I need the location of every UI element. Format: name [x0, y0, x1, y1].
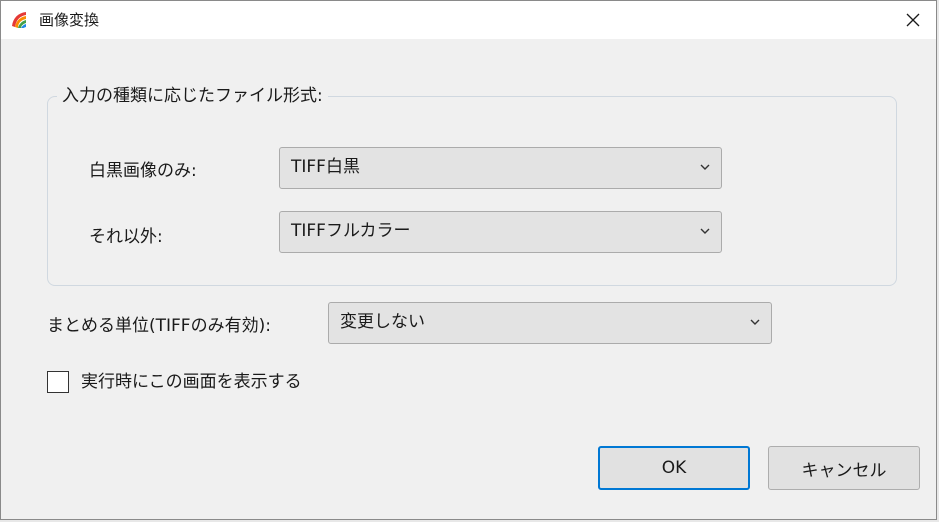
title-bar[interactable]: 画像変換 [1, 1, 936, 39]
other-label: それ以外: [89, 227, 163, 247]
convert-dialog: 画像変換 入力の種類に応じたファイル形式: 白黒画像のみ: TIFF白黒 それ以… [0, 0, 937, 520]
unit-value: 変更しない [340, 312, 425, 332]
show-on-run-checkbox[interactable] [47, 371, 69, 393]
format-group-legend: 入力の種類に応じたファイル形式: [57, 85, 328, 107]
bw-only-label: 白黒画像のみ: [89, 161, 197, 181]
ok-button[interactable]: OK [598, 446, 750, 490]
unit-select[interactable]: 変更しない [328, 302, 772, 344]
chevron-down-icon [750, 319, 760, 325]
other-format-value: TIFFフルカラー [291, 221, 411, 241]
chevron-down-icon [700, 228, 710, 234]
cancel-button[interactable]: キャンセル [768, 446, 920, 490]
bw-format-value: TIFF白黒 [291, 157, 360, 177]
format-group-box [47, 96, 897, 286]
unit-label: まとめる単位(TIFFのみ有効): [47, 316, 271, 336]
close-icon [906, 13, 920, 27]
app-logo-icon [12, 12, 26, 28]
show-on-run-label[interactable]: 実行時にこの画面を表示する [81, 371, 302, 393]
other-format-select[interactable]: TIFFフルカラー [279, 211, 722, 253]
close-button[interactable] [890, 1, 936, 39]
bw-format-select[interactable]: TIFF白黒 [279, 147, 722, 189]
chevron-down-icon [700, 164, 710, 170]
window-title: 画像変換 [39, 11, 100, 29]
